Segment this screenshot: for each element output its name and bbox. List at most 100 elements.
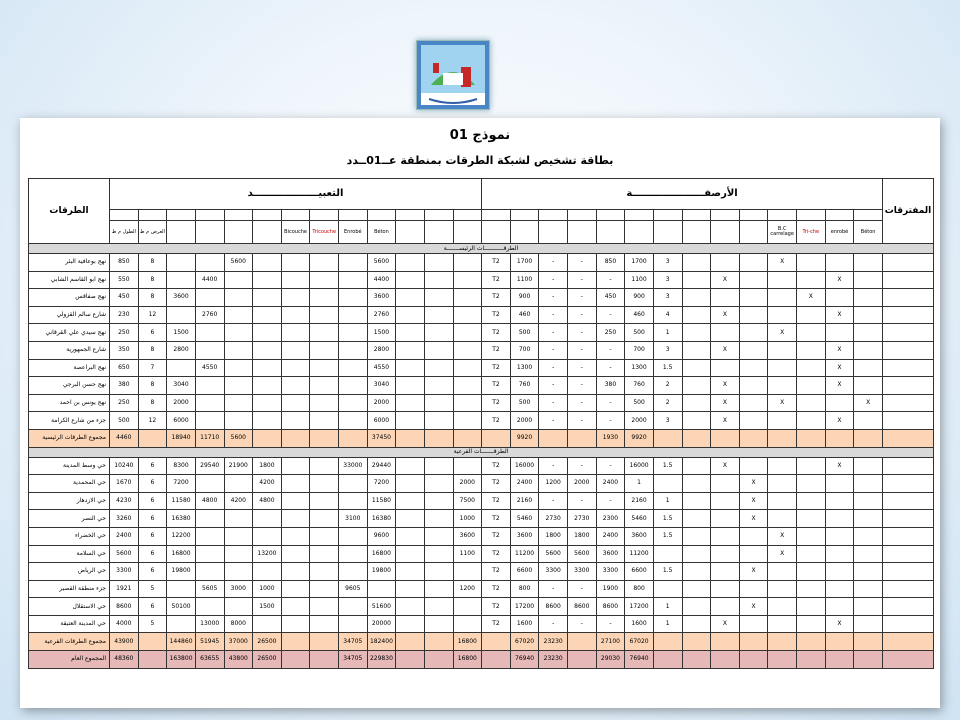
table-cell: 16800 xyxy=(452,650,483,669)
table-cell: 250 xyxy=(109,323,139,342)
subheader-label xyxy=(223,220,254,244)
table-cell: - xyxy=(595,358,626,378)
table-cell: - xyxy=(567,288,597,307)
table-cell xyxy=(223,562,254,581)
road-name: جزء منطقة القصير xyxy=(28,579,110,599)
table-cell: 12 xyxy=(137,305,168,325)
table-cell xyxy=(853,526,883,546)
table-cell xyxy=(853,323,883,342)
table-cell: 3000 xyxy=(223,579,254,599)
subheader-cell xyxy=(223,209,254,221)
section-row: الطرقـــــــــــات الرئيســـــــة xyxy=(28,243,934,254)
table-cell: 4800 xyxy=(252,491,282,511)
table-cell xyxy=(223,305,254,325)
table-cell xyxy=(309,509,339,528)
subheader-label xyxy=(452,220,483,244)
table-cell: - xyxy=(538,393,568,413)
table-cell: 8 xyxy=(137,288,168,307)
table-row: حي الرياض 3300 6 19800 19800 T2 6600 3300 3300 33… xyxy=(28,562,934,581)
table-cell xyxy=(423,544,454,564)
table-cell: 800 xyxy=(624,579,654,599)
table-cell xyxy=(452,411,483,430)
table-row: نهج يونس بن احمد 250 8 2000 2000 T2 500- - -500 2… xyxy=(28,393,934,413)
table-cell xyxy=(767,305,797,325)
table-cell xyxy=(423,323,454,342)
table-cell xyxy=(338,358,368,378)
table-cell xyxy=(538,428,568,448)
table-cell xyxy=(796,579,826,599)
table-cell: 4550 xyxy=(366,358,397,378)
table-cell: 500 xyxy=(509,323,540,342)
table-cell: X xyxy=(710,456,740,476)
table-cell: 1.5 xyxy=(652,456,683,476)
table-cell xyxy=(853,456,883,476)
table-cell: - xyxy=(595,340,626,360)
table-cell: 1500 xyxy=(166,323,196,342)
table-cell xyxy=(338,474,368,493)
table-cell: 67020 xyxy=(509,632,540,652)
road-name: حي وسط المدينة xyxy=(28,456,110,476)
table-cell xyxy=(338,597,368,616)
table-cell xyxy=(738,323,769,342)
table-row: نهج صفاقس 450 8 3600 3600 T2 900- -450 900 3 X xyxy=(28,288,934,307)
table-cell xyxy=(824,650,855,669)
table-cell: - xyxy=(595,491,626,511)
table-cell xyxy=(137,632,168,652)
subheader-label xyxy=(738,220,769,244)
table-cell xyxy=(452,562,483,581)
table-cell: 8 xyxy=(137,376,168,395)
table-cell xyxy=(280,650,311,669)
table-cell: X xyxy=(853,393,883,413)
subheader-cell xyxy=(681,209,712,221)
table-cell: 3600 xyxy=(166,288,196,307)
table-cell: T2 xyxy=(481,597,511,616)
table-cell xyxy=(338,491,368,511)
subheader-cell xyxy=(652,209,683,221)
table-cell xyxy=(853,358,883,378)
table-cell xyxy=(280,428,311,448)
table-row: شارع سالم القزولي 230 12 2760 2760 T2 460- - -46… xyxy=(28,305,934,325)
table-cell xyxy=(252,253,282,272)
table-cell xyxy=(395,358,425,378)
table-cell xyxy=(280,491,311,511)
table-cell xyxy=(767,579,797,599)
table-cell xyxy=(452,288,483,307)
table-cell xyxy=(738,526,769,546)
table-cell: 500 xyxy=(509,393,540,413)
subheader-cell xyxy=(738,209,769,221)
table-cell: 6 xyxy=(137,544,168,564)
table-cell: 2000 xyxy=(509,411,540,430)
table-cell: - xyxy=(538,323,568,342)
table-cell xyxy=(423,358,454,378)
table-cell: 76940 xyxy=(624,650,654,669)
table-cell: 16800 xyxy=(366,544,397,564)
subheader-cell xyxy=(710,209,740,221)
table-cell: X xyxy=(824,614,855,634)
table-cell xyxy=(824,509,855,528)
table-cell xyxy=(194,597,225,616)
table-cell xyxy=(738,305,769,325)
table-cell xyxy=(423,411,454,430)
table-cell xyxy=(767,376,797,395)
table-cell xyxy=(681,253,712,272)
table-cell: - xyxy=(567,456,597,476)
table-cell: 8600 xyxy=(595,597,626,616)
road-name: نهج البراعصة xyxy=(28,358,110,378)
header-roads: الطرقات xyxy=(28,178,110,244)
table-cell: 850 xyxy=(109,253,139,272)
table-cell xyxy=(853,411,883,430)
table-cell: 450 xyxy=(595,288,626,307)
table-cell xyxy=(824,544,855,564)
table-cell: 6 xyxy=(137,597,168,616)
table-cell xyxy=(423,340,454,360)
table-cell xyxy=(681,340,712,360)
table-cell xyxy=(738,253,769,272)
table-cell xyxy=(567,632,597,652)
table-cell xyxy=(280,597,311,616)
table-cell xyxy=(252,376,282,395)
table-cell: 144860 xyxy=(166,632,196,652)
notes-cell xyxy=(882,597,934,616)
table-cell xyxy=(395,288,425,307)
table-cell xyxy=(309,544,339,564)
table-cell xyxy=(194,474,225,493)
